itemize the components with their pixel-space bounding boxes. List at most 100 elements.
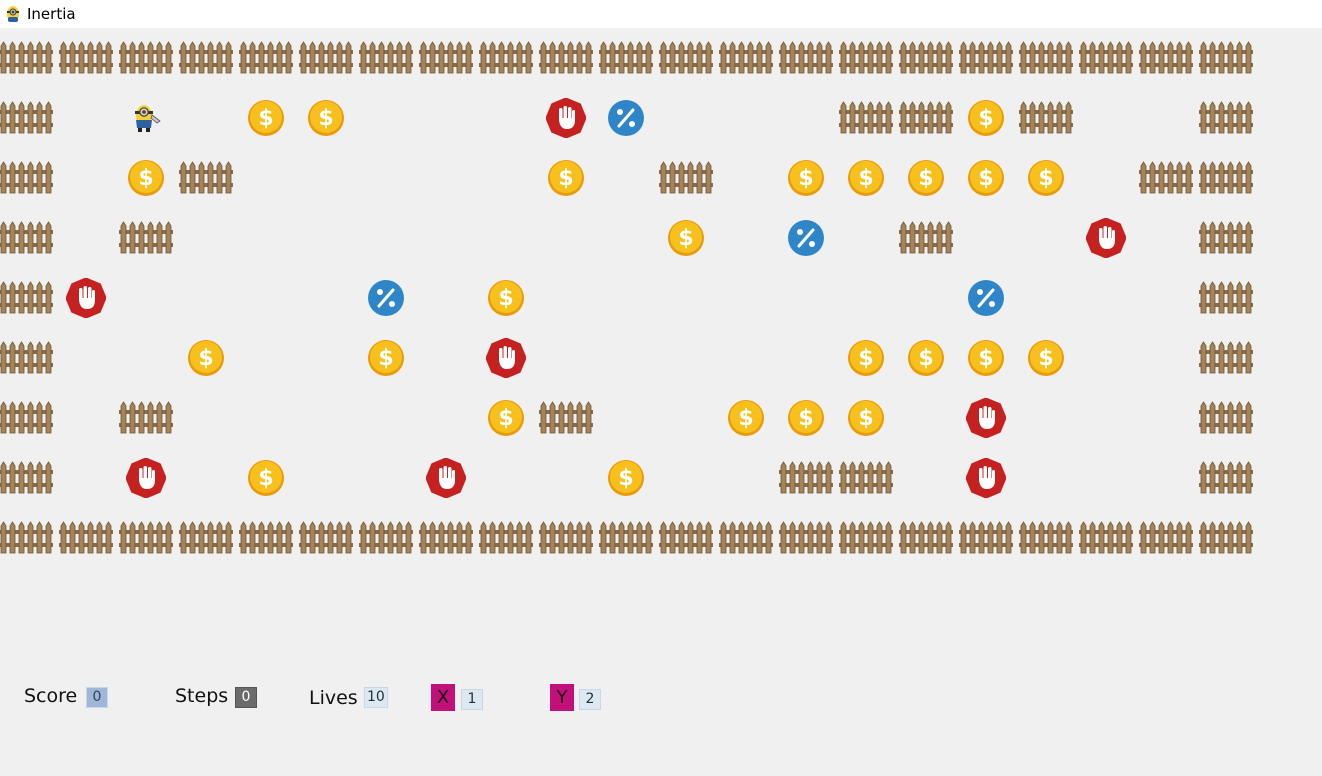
score-value: 0 <box>86 687 108 708</box>
fence-wall-icon <box>956 28 1016 88</box>
fence-wall-icon <box>356 508 416 568</box>
svg-text:$: $ <box>858 166 873 191</box>
fence-wall-icon <box>0 328 56 388</box>
stop-sign-icon <box>956 448 1016 508</box>
fence-wall-icon <box>56 28 116 88</box>
fence-wall-icon <box>836 508 896 568</box>
fence-wall-icon <box>1196 388 1256 448</box>
fence-wall-icon <box>536 508 596 568</box>
fence-wall-icon <box>1016 88 1076 148</box>
gold-coin-icon: $ <box>836 328 896 388</box>
fence-wall-icon <box>896 28 956 88</box>
title-bar: Inertia <box>0 0 1322 28</box>
stop-sign-icon <box>476 328 536 388</box>
stop-sign-icon <box>116 448 176 508</box>
y-coordinate-tag: Y <box>550 684 574 711</box>
fence-wall-icon <box>1136 508 1196 568</box>
fence-wall-icon <box>236 508 296 568</box>
fence-wall-icon <box>116 28 176 88</box>
fence-wall-icon <box>596 28 656 88</box>
fence-wall-icon <box>836 88 896 148</box>
gold-coin-icon: $ <box>836 388 896 448</box>
gold-coin-icon: $ <box>1016 328 1076 388</box>
svg-text:$: $ <box>498 286 513 311</box>
gold-coin-icon: $ <box>776 148 836 208</box>
fence-wall-icon <box>116 508 176 568</box>
fence-wall-icon <box>1016 508 1076 568</box>
gold-coin-icon: $ <box>776 388 836 448</box>
fence-wall-icon <box>0 208 56 268</box>
fence-wall-icon <box>956 508 1016 568</box>
fence-wall-icon <box>1076 508 1136 568</box>
fence-wall-icon <box>836 28 896 88</box>
fence-wall-icon <box>1016 28 1076 88</box>
fence-wall-icon <box>356 28 416 88</box>
gold-coin-icon: $ <box>956 88 1016 148</box>
fence-wall-icon <box>716 508 776 568</box>
svg-text:$: $ <box>318 106 333 131</box>
gold-coin-icon: $ <box>236 448 296 508</box>
gold-coin-icon: $ <box>896 148 956 208</box>
gold-coin-icon: $ <box>116 148 176 208</box>
fence-wall-icon <box>0 88 56 148</box>
gold-coin-icon: $ <box>236 88 296 148</box>
gold-coin-icon: $ <box>476 268 536 328</box>
svg-text:$: $ <box>1038 166 1053 191</box>
fence-wall-icon <box>716 28 776 88</box>
fence-wall-icon <box>1196 28 1256 88</box>
fence-wall-icon <box>776 28 836 88</box>
stop-sign-icon <box>1076 208 1136 268</box>
stop-sign-icon <box>956 388 1016 448</box>
gold-coin-icon: $ <box>716 388 776 448</box>
fence-wall-icon <box>1136 148 1196 208</box>
steps-label: Steps <box>175 685 229 707</box>
svg-text:$: $ <box>858 346 873 371</box>
svg-text:$: $ <box>918 346 933 371</box>
player-minion-icon <box>116 88 176 148</box>
svg-text:$: $ <box>258 466 273 491</box>
svg-text:$: $ <box>558 166 573 191</box>
lives-value: 10 <box>364 687 388 708</box>
gold-coin-icon: $ <box>836 148 896 208</box>
fence-wall-icon <box>416 508 476 568</box>
fence-wall-icon <box>1076 28 1136 88</box>
fence-wall-icon <box>896 88 956 148</box>
stop-sign-icon <box>56 268 116 328</box>
svg-text:$: $ <box>798 406 813 431</box>
fence-wall-icon <box>116 208 176 268</box>
x-coordinate-tag: X <box>431 684 455 711</box>
gold-coin-icon: $ <box>656 208 716 268</box>
fence-wall-icon <box>0 448 56 508</box>
fence-wall-icon <box>0 508 56 568</box>
y-coordinate-value: 2 <box>579 689 601 710</box>
svg-text:$: $ <box>798 166 813 191</box>
fence-wall-icon <box>0 388 56 448</box>
bonus-percent-icon <box>776 208 836 268</box>
svg-text:$: $ <box>978 106 993 131</box>
gold-coin-icon: $ <box>476 388 536 448</box>
fence-wall-icon <box>0 268 56 328</box>
fence-wall-icon <box>176 148 236 208</box>
fence-wall-icon <box>1196 328 1256 388</box>
svg-text:$: $ <box>978 346 993 371</box>
fence-wall-icon <box>1136 28 1196 88</box>
fence-wall-icon <box>0 148 56 208</box>
fence-wall-icon <box>296 508 356 568</box>
fence-wall-icon <box>1196 148 1256 208</box>
fence-wall-icon <box>176 508 236 568</box>
fence-wall-icon <box>1196 508 1256 568</box>
fence-wall-icon <box>476 508 536 568</box>
fence-wall-icon <box>656 28 716 88</box>
fence-wall-icon <box>176 28 236 88</box>
score-label: Score <box>24 685 78 707</box>
gold-coin-icon: $ <box>356 328 416 388</box>
fence-wall-icon <box>0 28 56 88</box>
stop-sign-icon <box>536 88 596 148</box>
gold-coin-icon: $ <box>956 328 1016 388</box>
fence-wall-icon <box>776 508 836 568</box>
gold-coin-icon: $ <box>536 148 596 208</box>
stop-sign-icon <box>416 448 476 508</box>
fence-wall-icon <box>1196 268 1256 328</box>
fence-wall-icon <box>536 28 596 88</box>
fence-wall-icon <box>596 508 656 568</box>
